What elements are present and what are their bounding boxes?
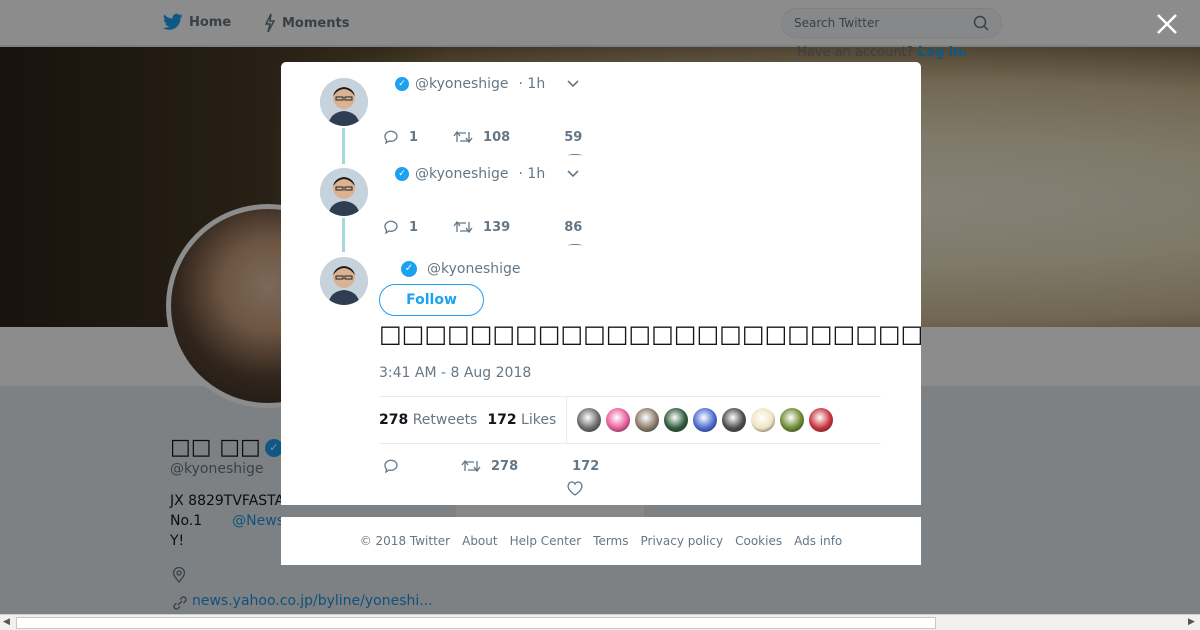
like-total: 172: [487, 412, 517, 428]
heart-icon[interactable]: [567, 481, 583, 496]
retweet-button[interactable]: 139: [453, 220, 510, 235]
tweet-header: ✓ @kyoneshige · 1h: [395, 166, 579, 182]
liker-avatar[interactable]: [751, 408, 776, 432]
tweet-handle[interactable]: @kyoneshige: [427, 261, 521, 277]
retweet-count: 139: [483, 219, 511, 235]
chevron-down-icon[interactable]: [567, 170, 579, 178]
heart-icon[interactable]: [568, 154, 582, 157]
tweet-text: □□□□□□□□□□□□□□□□□□□□□□□□□□□□□□□□□□□□□□□□…: [379, 320, 921, 348]
tweet-time[interactable]: · 1h: [519, 166, 546, 182]
follow-button[interactable]: Follow: [379, 284, 484, 316]
retweet-icon: [453, 220, 473, 234]
scroll-right-icon[interactable]: ▶: [1188, 617, 1195, 627]
retweets-label: Retweets: [412, 412, 478, 428]
copyright: © 2018 Twitter: [359, 534, 451, 548]
close-icon[interactable]: [1155, 12, 1179, 36]
footer-link-ads[interactable]: Ads info: [794, 534, 842, 548]
like-count: 86: [564, 219, 583, 235]
retweet-icon: [461, 459, 481, 473]
tweet-actions: 1 139 86: [383, 219, 582, 235]
liker-avatar[interactable]: [809, 408, 834, 432]
liker-avatar[interactable]: [664, 408, 689, 432]
tweet-actions: 1 108 59: [383, 129, 582, 145]
tweet-header: ✓ @kyoneshige: [401, 261, 521, 277]
verified-badge-icon: ✓: [401, 261, 417, 277]
retweets-stat[interactable]: 278 Retweets: [379, 412, 477, 428]
modal-footer: © 2018 Twitter About Help Center Terms P…: [281, 517, 921, 565]
horizontal-scrollbar[interactable]: ◀ ▶: [0, 614, 1200, 630]
chevron-down-icon[interactable]: [567, 80, 579, 88]
heart-icon[interactable]: [568, 244, 582, 247]
tweet-time[interactable]: · 1h: [519, 76, 546, 92]
likes-label: Likes: [521, 412, 557, 428]
avatar-image: [320, 78, 368, 126]
reply-count: 1: [409, 219, 419, 235]
liker-avatar[interactable]: [577, 408, 602, 432]
reply-icon: [384, 220, 398, 235]
like-count: 172: [572, 458, 600, 474]
avatar[interactable]: [320, 168, 368, 216]
reply-icon: [384, 130, 398, 145]
liker-avatar[interactable]: [606, 408, 631, 432]
avatar[interactable]: [320, 78, 368, 126]
footer-link-privacy[interactable]: Privacy policy: [641, 534, 724, 548]
liker-avatar[interactable]: [635, 408, 660, 432]
retweet-icon: [453, 130, 473, 144]
retweet-button[interactable]: 278: [461, 459, 518, 474]
like-button[interactable]: 172: [572, 459, 599, 474]
footer-link-help[interactable]: Help Center: [510, 534, 582, 548]
reply-count: 1: [409, 129, 419, 145]
tweet-stats: 278 Retweets 172 Likes: [379, 396, 881, 444]
verified-badge-icon: ✓: [395, 167, 409, 181]
retweet-count: 108: [483, 129, 511, 145]
likes-stat[interactable]: 172 Likes: [487, 412, 556, 428]
reply-button[interactable]: [383, 458, 399, 474]
avatar-image: [320, 168, 368, 216]
verified-badge-icon: ✓: [395, 77, 409, 91]
footer-link-about[interactable]: About: [462, 534, 497, 548]
scrollbar-thumb[interactable]: [16, 617, 936, 629]
footer-link-terms[interactable]: Terms: [593, 534, 628, 548]
like-count: 59: [564, 129, 583, 145]
thread-connector: [342, 218, 345, 252]
retweet-count: 278: [491, 458, 519, 474]
footer-link-cookies[interactable]: Cookies: [735, 534, 782, 548]
reply-button[interactable]: 1: [383, 129, 418, 145]
like-button[interactable]: 59: [564, 130, 582, 145]
tweet-permalink-modal: ✓ @kyoneshige · 1h 1 108 59 ✓ @kyoneshig…: [281, 62, 921, 505]
scroll-left-icon[interactable]: ◀: [3, 617, 10, 627]
reply-icon: [384, 459, 398, 474]
tweet-actions: 278 172: [383, 458, 599, 474]
retweet-total: 278: [379, 412, 409, 428]
tweet-handle[interactable]: @kyoneshige: [415, 76, 509, 92]
liker-avatar[interactable]: [693, 408, 718, 432]
tweet-header: ✓ @kyoneshige · 1h: [395, 76, 579, 92]
liker-avatar[interactable]: [722, 408, 747, 432]
tweet-date[interactable]: 3:41 AM - 8 Aug 2018: [379, 365, 531, 381]
reply-button[interactable]: 1: [383, 219, 418, 235]
avatar[interactable]: [320, 257, 368, 305]
avatar-image: [320, 257, 368, 305]
thread-connector: [342, 128, 345, 164]
tweet-handle[interactable]: @kyoneshige: [415, 166, 509, 182]
retweet-button[interactable]: 108: [453, 130, 510, 145]
liker-avatar[interactable]: [780, 408, 805, 432]
like-button[interactable]: 86: [564, 220, 582, 235]
stats-divider: [566, 396, 568, 444]
liker-avatars: [577, 408, 838, 432]
